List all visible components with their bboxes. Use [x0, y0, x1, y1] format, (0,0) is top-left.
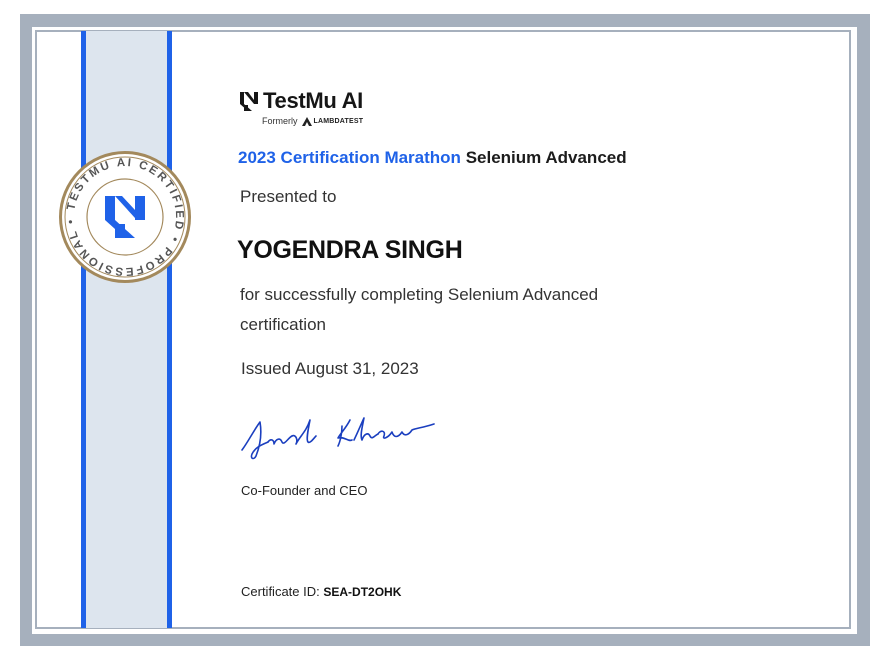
signer-title: Co-Founder and CEO: [241, 483, 368, 498]
issue-date: Issued August 31, 2023: [241, 359, 419, 378]
brand-logo: TestMu AI: [240, 88, 363, 114]
signature: [241, 417, 435, 460]
certified-professional-seal-icon: TESTMU AI CERTIFIED • PROFESSIONAL •: [59, 151, 191, 283]
recipient-name: YOGENDRA SINGH: [237, 236, 463, 264]
certificate-title: 2023 Certification Marathon Selenium Adv…: [238, 148, 627, 168]
certificate-id-label: Certificate ID:: [241, 584, 320, 599]
former-brand-name: LAMBDATEST: [313, 117, 364, 125]
lambdatest-logo-icon: [301, 116, 312, 126]
side-ribbon: [81, 31, 172, 628]
course-name: Selenium Advanced: [465, 148, 627, 167]
event-name: 2023 Certification Marathon: [238, 148, 461, 167]
certificate-id: Certificate ID: SEA-DT2OHK: [241, 584, 401, 599]
formerly-label: Formerly: [262, 116, 298, 126]
certificate-description: for successfully completing Selenium Adv…: [240, 285, 599, 334]
testmu-logo-icon: [240, 92, 258, 111]
presented-to-label: Presented to: [240, 187, 337, 206]
certificate-id-value: SEA-DT2OHK: [323, 585, 402, 599]
brand-name: TestMu AI: [263, 88, 363, 113]
formerly-line: Formerly LAMBDATEST: [262, 116, 363, 126]
